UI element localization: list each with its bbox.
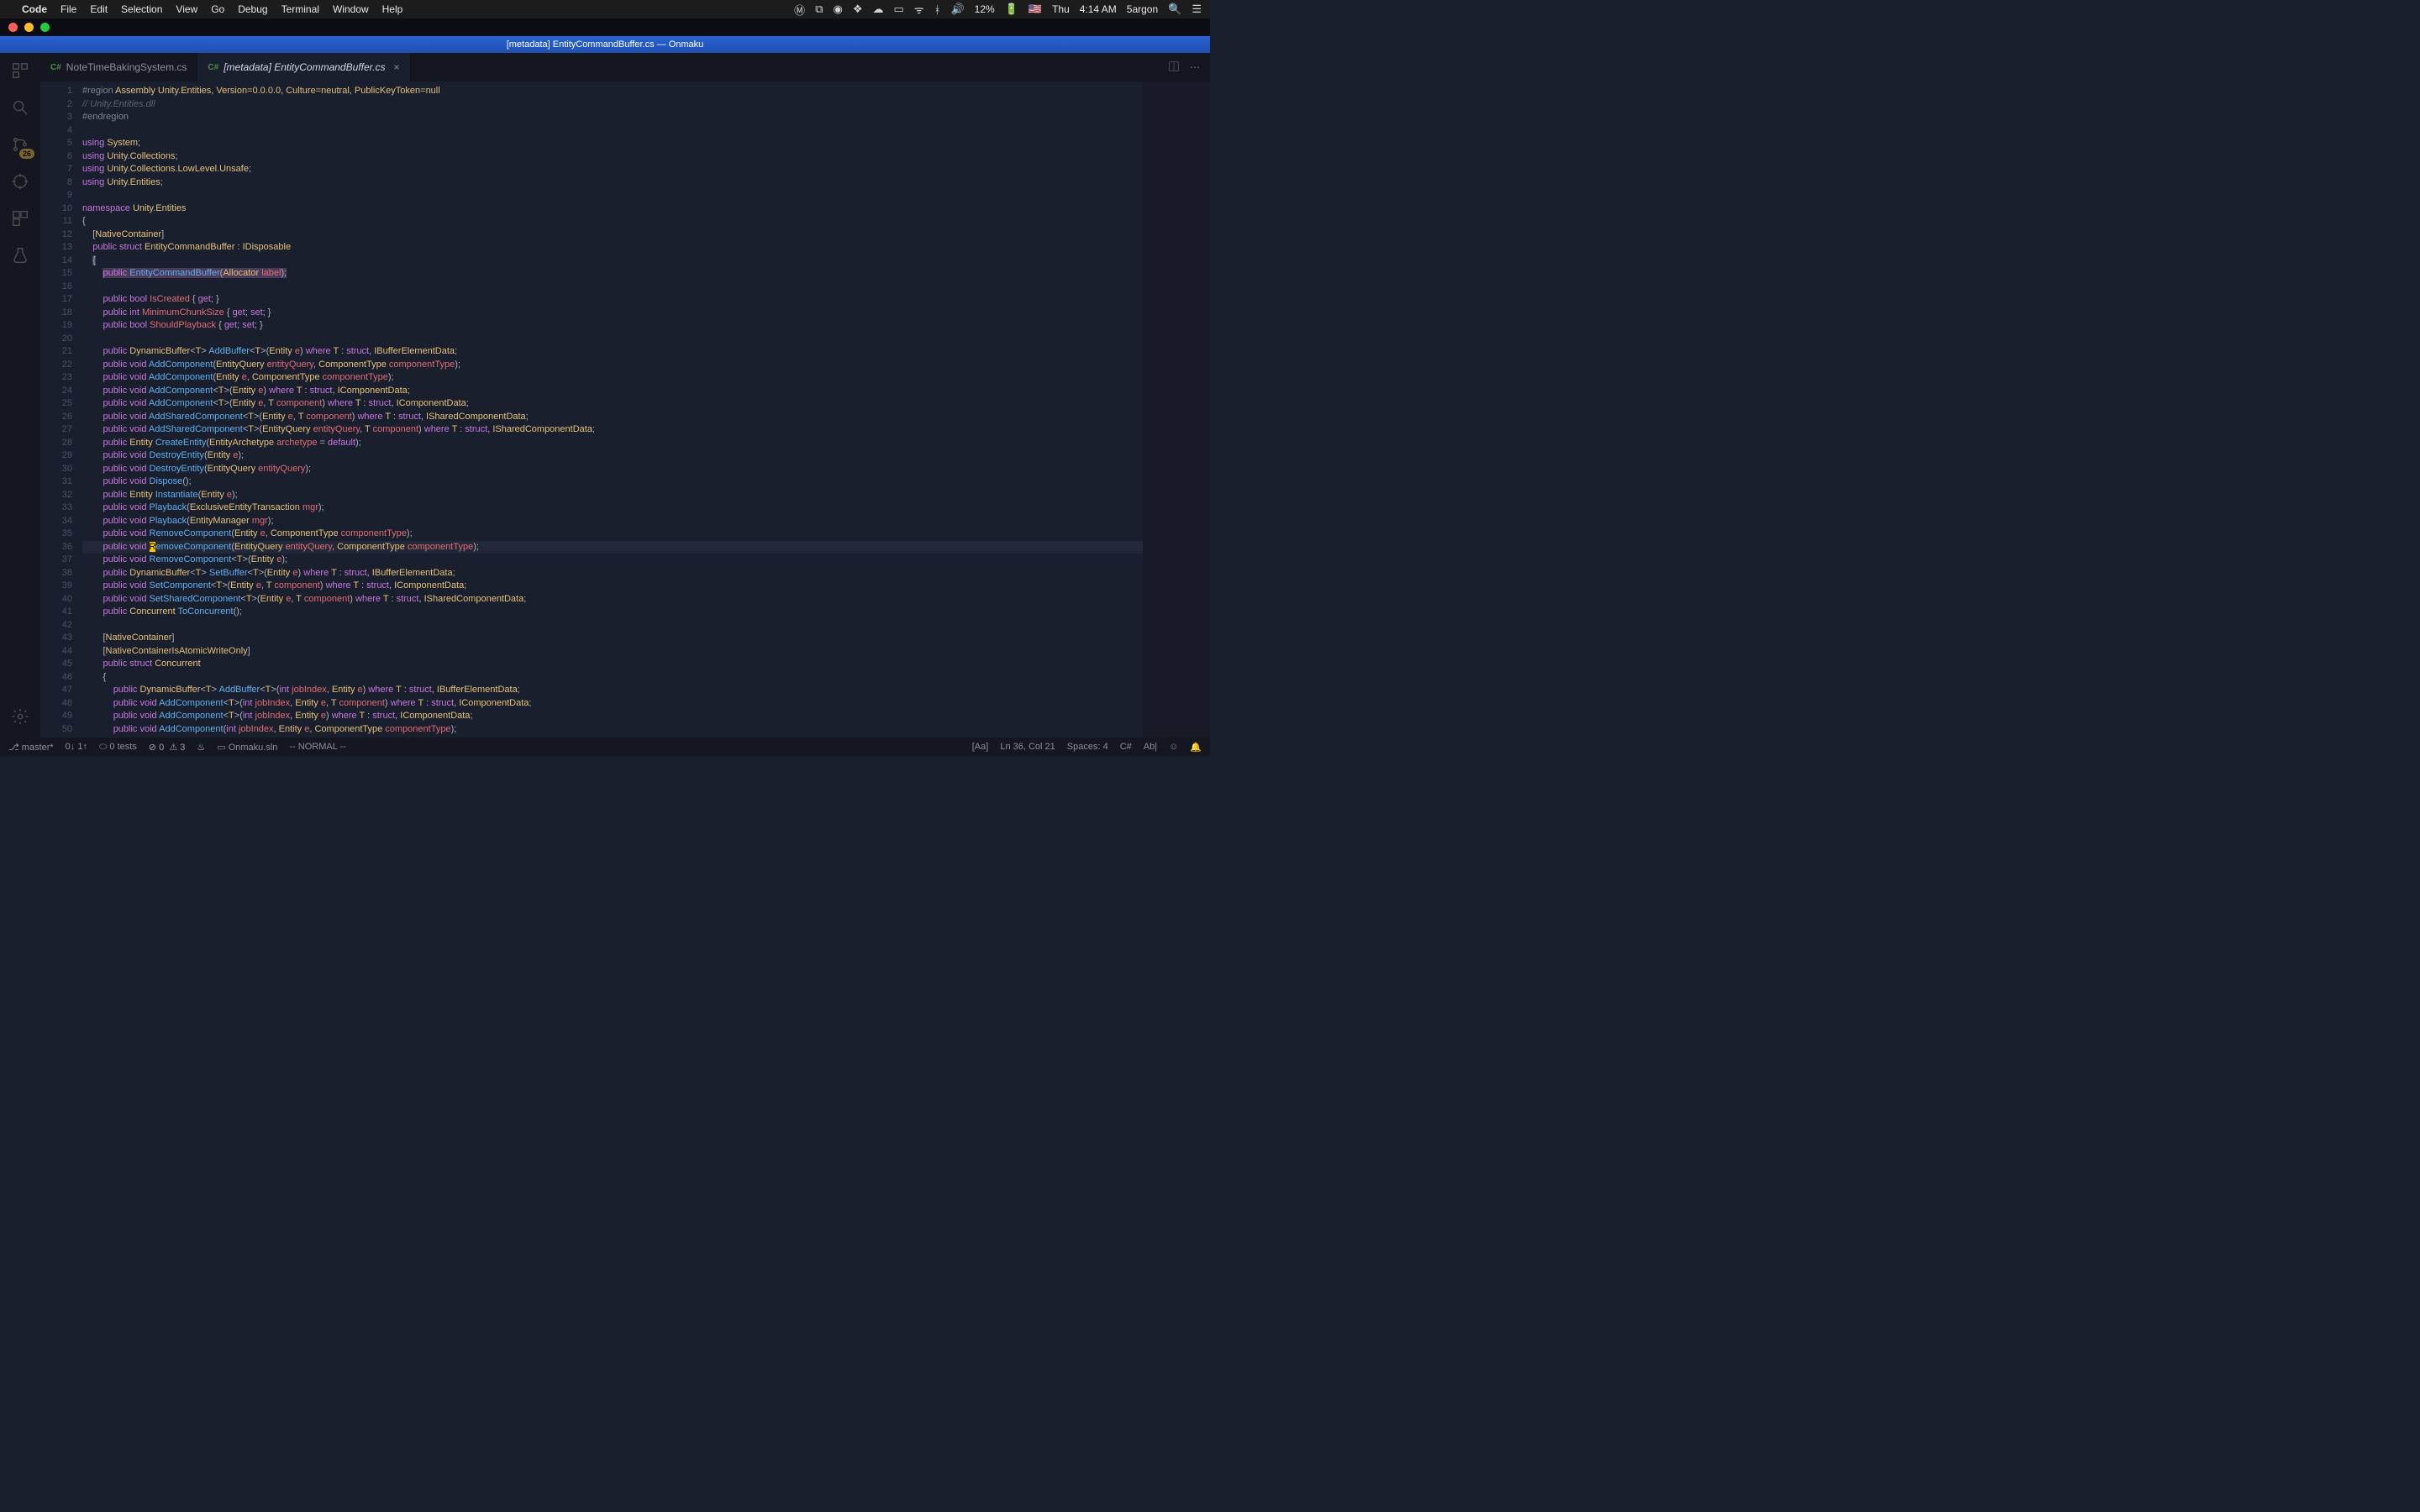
record-icon[interactable]: ◉ [833,3,842,16]
tab-notetimebakingsystem[interactable]: C# NoteTimeBakingSystem.cs [40,53,197,81]
explorer-icon[interactable] [9,60,31,81]
menubar-right: Ⓜ ⧉ ◉ ❖ ☁ ▭ ᯤ ᚼ 🔊 12% 🔋 🇺🇸 Thu 4:14 AM 5… [794,2,1202,18]
minimap[interactable] [1143,81,1210,738]
menu-view[interactable]: View [176,3,197,15]
menubar-left: Code File Edit Selection View Go Debug T… [8,3,402,15]
clock-day[interactable]: Thu [1052,3,1070,15]
menu-terminal[interactable]: Terminal [281,3,319,15]
user-name[interactable]: 5argon [1127,3,1158,15]
spotlight-icon[interactable]: 🔍 [1168,3,1181,16]
git-branch[interactable]: ⎇ master* [8,742,54,753]
window-minimize-button[interactable] [24,23,34,32]
dropbox-icon[interactable]: ❖ [853,3,863,16]
display-icon[interactable]: ▭ [893,3,903,16]
case-sensitive[interactable]: [Aa] [972,742,989,752]
solution[interactable]: ▭ Onmaku.sln [217,742,277,753]
activity-bar: 26 [0,53,40,738]
input-flag-icon[interactable]: 🇺🇸 [1028,3,1042,16]
settings-gear-icon[interactable] [9,706,31,727]
menu-go[interactable]: Go [211,3,224,15]
menu-selection[interactable]: Selection [121,3,162,15]
indent-info[interactable]: Spaces: 4 [1067,742,1108,752]
tests-status[interactable]: ⬭ 0 tests [99,742,137,753]
notifications-icon[interactable]: 🔔 [1190,742,1202,753]
vim-mode: -- NORMAL -- [289,742,345,752]
wifi-icon[interactable]: ᯤ [914,2,924,17]
battery-percent[interactable]: 12% [975,3,995,15]
cursor-position[interactable]: Ln 36, Col 21 [1000,742,1055,752]
csharp-file-icon: C# [50,63,61,72]
split-editor-icon[interactable] [1168,60,1180,75]
menu-window[interactable]: Window [333,3,369,15]
battery-icon[interactable]: 🔋 [1005,3,1018,16]
menubar-app-name[interactable]: Code [22,3,47,15]
editor-area: C# NoteTimeBakingSystem.cs C# [metadata]… [40,53,1210,738]
git-sync[interactable]: 0↓ 1↑ [66,742,87,752]
code-editor[interactable]: 1234567891011121314151617181920212223242… [40,81,1210,738]
main-area: 26 C# NoteTimeBakingSystem.cs C# [metada… [0,53,1210,738]
language-mode[interactable]: C# [1120,742,1132,752]
bluetooth-icon[interactable]: ᚼ [934,3,941,16]
source-control-icon[interactable]: 26 [9,134,31,155]
window-close-button[interactable] [8,23,18,32]
tab-bar: C# NoteTimeBakingSystem.cs C# [metadata]… [40,53,1210,81]
problems[interactable]: ⊘ 0 ⚠ 3 [149,742,186,753]
window-zoom-button[interactable] [40,23,50,32]
code-content[interactable]: #region Assembly Unity.Entities, Version… [82,81,1143,738]
tab-label: [metadata] EntityCommandBuffer.cs [224,61,385,73]
tab-label: NoteTimeBakingSystem.cs [66,61,187,73]
search-icon[interactable] [9,97,31,118]
spell-check[interactable]: Ab| [1144,742,1157,752]
notification-center-icon[interactable]: ☰ [1192,3,1202,16]
source-control-badge: 26 [19,149,34,159]
clock-time[interactable]: 4:14 AM [1080,3,1117,15]
status-bar: ⎇ master* 0↓ 1↑ ⬭ 0 tests ⊘ 0 ⚠ 3 ♨ ▭ On… [0,738,1210,756]
unity-icon[interactable]: ⧉ [815,3,823,16]
menu-file[interactable]: File [60,3,76,15]
omnisharp-flame-icon[interactable]: ♨ [197,742,205,753]
menubar-app-icon[interactable]: Ⓜ [794,2,805,18]
close-tab-icon[interactable]: × [394,61,400,73]
tab-entitycommandbuffer[interactable]: C# [metadata] EntityCommandBuffer.cs × [197,53,410,81]
test-icon[interactable] [9,244,31,266]
menu-debug[interactable]: Debug [238,3,267,15]
menu-edit[interactable]: Edit [90,3,108,15]
editor-actions: ⋯ [1168,53,1210,81]
window-titlebar [0,18,1210,36]
window-title: [metadata] EntityCommandBuffer.cs — Onma… [0,36,1210,53]
cloud-icon[interactable]: ☁ [872,3,883,16]
window-title-text: [metadata] EntityCommandBuffer.cs — Onma… [507,39,704,50]
more-actions-icon[interactable]: ⋯ [1190,61,1200,73]
volume-icon[interactable]: 🔊 [950,3,964,16]
menu-help[interactable]: Help [382,3,403,15]
line-gutter: 1234567891011121314151617181920212223242… [40,81,82,738]
extensions-icon[interactable] [9,207,31,229]
csharp-file-icon: C# [208,63,218,72]
feedback-icon[interactable]: ☺ [1169,742,1178,752]
macos-menubar: Code File Edit Selection View Go Debug T… [0,0,1210,18]
debug-icon[interactable] [9,171,31,192]
